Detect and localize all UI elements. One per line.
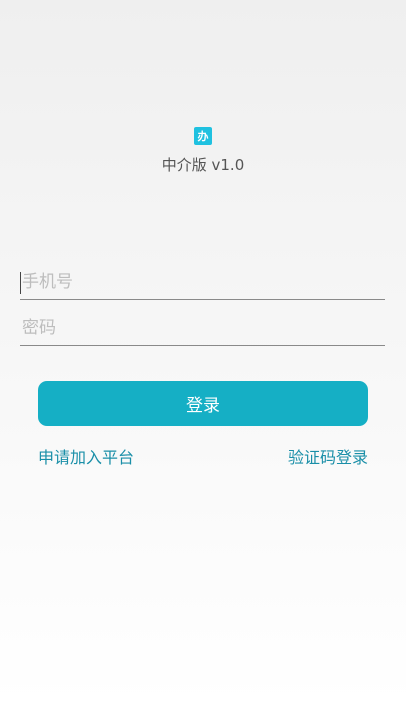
app-logo-icon: 办 bbox=[194, 127, 212, 145]
login-button[interactable]: 登录 bbox=[38, 381, 368, 426]
password-input[interactable] bbox=[20, 310, 385, 345]
password-field bbox=[20, 310, 385, 346]
join-platform-link[interactable]: 申请加入平台 bbox=[38, 444, 134, 468]
sms-login-link[interactable]: 验证码登录 bbox=[288, 444, 368, 468]
app-title: 中介版 v1.0 bbox=[161, 156, 245, 174]
phone-field bbox=[20, 264, 385, 300]
phone-input[interactable] bbox=[20, 264, 385, 299]
login-screen: 办 中介版 v1.0 登录 申请加入平台 验证码登录 bbox=[0, 0, 406, 705]
app-logo-glyph: 办 bbox=[197, 129, 209, 143]
text-cursor bbox=[20, 272, 21, 294]
